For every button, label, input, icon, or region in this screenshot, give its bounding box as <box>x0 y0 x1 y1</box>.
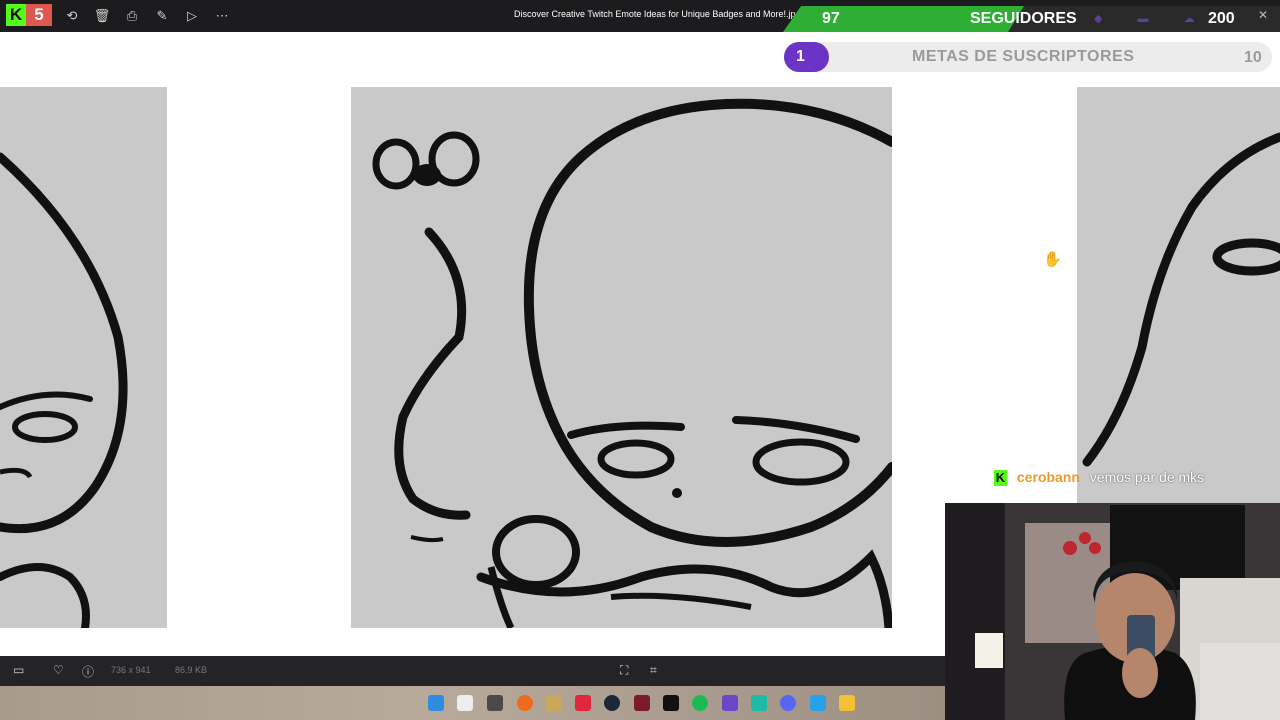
logo-number-badge: 5 <box>26 4 52 26</box>
close-icon[interactable]: ✕ <box>1258 8 1268 22</box>
tiktok-icon[interactable] <box>663 695 679 711</box>
emote-panel-center <box>351 87 892 628</box>
taskbar <box>0 686 945 720</box>
kick-logo-icon: K <box>6 4 26 26</box>
chat-username: cerobann <box>1016 469 1080 485</box>
edit-icon[interactable]: ✎ <box>152 6 172 26</box>
viewer-bottom-bar: ▭ ♡ ⓘ 736 x 941 86.9 KB ⛶ ⌗ <box>0 656 945 686</box>
rotate-icon[interactable]: ⟲ <box>62 6 82 26</box>
emote-panel-left <box>0 87 167 628</box>
image-file-size: 86.9 KB <box>175 665 208 675</box>
print-icon[interactable]: ⎙ <box>122 6 142 26</box>
kick-badge-icon: K <box>994 470 1007 487</box>
discord-icon[interactable] <box>780 695 796 711</box>
spotify-icon[interactable] <box>692 695 708 711</box>
flash-icon[interactable] <box>575 695 591 711</box>
webcam-scene <box>945 503 1280 720</box>
emote-drawing-center <box>372 98 892 628</box>
webcam-feed <box>945 503 1280 720</box>
file-explorer-icon[interactable] <box>839 695 855 711</box>
calendar-icon[interactable] <box>487 695 503 711</box>
followers-current: 97 <box>822 10 840 27</box>
window-title: Discover Creative Twitch Emote Ideas for… <box>514 9 801 19</box>
followers-target: 200 <box>1208 10 1235 27</box>
folder-icon[interactable] <box>546 695 562 711</box>
game-app-icon[interactable] <box>751 695 767 711</box>
emote-drawing-left <box>0 152 128 628</box>
studio-icon[interactable] <box>810 695 826 711</box>
slideshow-icon[interactable]: ▷ <box>182 6 202 26</box>
image-dimensions: 736 x 941 <box>111 665 151 675</box>
subscriber-current: 1 <box>784 42 829 72</box>
crop-icon[interactable]: ⌗ <box>650 663 657 678</box>
chat-text: vemos par de mks <box>1089 469 1205 485</box>
chat-message: K cerobann vemos par de mks <box>994 469 1205 487</box>
twitch-icon[interactable] <box>722 695 738 711</box>
subscriber-goal-label: METAS DE SUSCRIPTORES <box>912 48 1135 65</box>
toolbar: ⟲ 🗑 ⎙ ✎ ▷ ⋯ <box>62 6 232 26</box>
video-app-icon[interactable] <box>634 695 650 711</box>
info-icon[interactable]: ⓘ <box>82 663 94 680</box>
browser-icon[interactable] <box>517 695 533 711</box>
windows-start-icon[interactable] <box>428 695 444 711</box>
followers-label: SEGUIDORES <box>970 10 1077 27</box>
fit-screen-icon[interactable]: ⛶ <box>620 663 628 678</box>
hand-cursor-icon: ✋ <box>1043 251 1062 268</box>
subscriber-target: 10 <box>1244 49 1262 66</box>
gallery-icon[interactable] <box>457 695 473 711</box>
display-icon[interactable]: ▭ <box>13 663 24 677</box>
more-icon[interactable]: ⋯ <box>212 6 232 26</box>
trash-icon[interactable]: 🗑 <box>92 6 112 26</box>
steam-icon[interactable] <box>604 695 620 711</box>
heart-icon[interactable]: ♡ <box>53 663 64 677</box>
